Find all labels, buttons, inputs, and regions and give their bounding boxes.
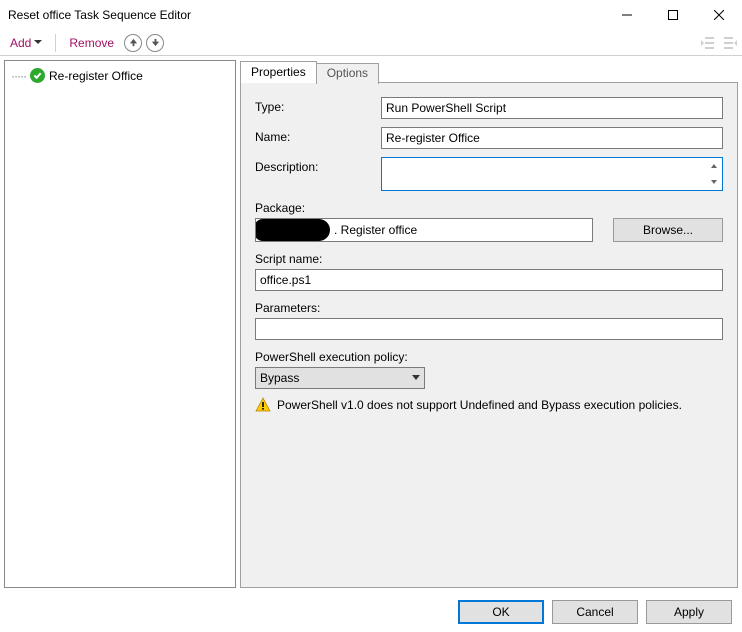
execution-policy-label: PowerShell execution policy:	[255, 350, 723, 364]
name-label: Name:	[255, 127, 375, 144]
parameters-field[interactable]	[255, 318, 723, 340]
toolbar-right	[700, 35, 738, 51]
tab-properties[interactable]: Properties	[240, 61, 317, 83]
body: ····· Re-register Office Properties Opti…	[0, 56, 742, 592]
spinner-up-icon[interactable]	[706, 158, 722, 174]
chevron-down-icon	[412, 375, 420, 381]
footer: OK Cancel Apply	[0, 592, 742, 632]
tree-item[interactable]: ····· Re-register Office	[9, 67, 231, 84]
chevron-down-icon	[34, 40, 42, 45]
warning-text: PowerShell v1.0 does not support Undefin…	[277, 398, 682, 412]
warning-icon	[255, 397, 271, 413]
form-pane: Properties Options Type: Run PowerShell …	[240, 60, 738, 588]
check-icon	[30, 68, 45, 83]
name-field[interactable]	[381, 127, 723, 149]
titlebar: Reset office Task Sequence Editor	[0, 0, 742, 30]
browse-button[interactable]: Browse...	[613, 218, 723, 242]
execution-policy-select[interactable]: Bypass	[255, 367, 425, 389]
type-label: Type:	[255, 97, 375, 114]
tree-connector: ·····	[11, 69, 26, 83]
minimize-button[interactable]	[604, 0, 650, 30]
remove-button[interactable]: Remove	[63, 34, 120, 52]
script-name-label: Script name:	[255, 252, 723, 266]
remove-label: Remove	[69, 36, 114, 50]
separator	[55, 34, 56, 52]
redacted-icon	[255, 219, 330, 241]
package-value: . Register office	[330, 223, 417, 237]
tree-pane[interactable]: ····· Re-register Office	[4, 60, 236, 588]
apply-button[interactable]: Apply	[646, 600, 732, 624]
description-field[interactable]	[381, 157, 723, 191]
tabstrip: Properties Options	[240, 60, 738, 82]
execution-policy-value: Bypass	[260, 371, 299, 385]
ok-button[interactable]: OK	[458, 600, 544, 624]
spinner-down-icon[interactable]	[706, 174, 722, 190]
indent-icon	[722, 35, 738, 51]
toolbar: Add Remove	[0, 30, 742, 56]
move-up-button[interactable]	[124, 34, 142, 52]
type-field: Run PowerShell Script	[381, 97, 723, 119]
add-label: Add	[10, 36, 31, 50]
move-down-button[interactable]	[146, 34, 164, 52]
parameters-label: Parameters:	[255, 301, 723, 315]
add-button[interactable]: Add	[4, 34, 48, 52]
tab-options[interactable]: Options	[316, 63, 379, 84]
warning-row: PowerShell v1.0 does not support Undefin…	[255, 397, 723, 413]
script-name-field[interactable]	[255, 269, 723, 291]
package-field: . Register office	[255, 218, 593, 242]
close-button[interactable]	[696, 0, 742, 30]
cancel-button[interactable]: Cancel	[552, 600, 638, 624]
outdent-icon	[700, 35, 716, 51]
window-title: Reset office Task Sequence Editor	[8, 8, 604, 22]
description-label: Description:	[255, 157, 375, 174]
package-label: Package:	[255, 201, 723, 215]
spinner[interactable]	[706, 158, 722, 190]
maximize-button[interactable]	[650, 0, 696, 30]
window: Reset office Task Sequence Editor Add Re…	[0, 0, 742, 632]
tree-item-label: Re-register Office	[49, 69, 143, 83]
tab-content: Type: Run PowerShell Script Name: Descri…	[240, 82, 738, 588]
